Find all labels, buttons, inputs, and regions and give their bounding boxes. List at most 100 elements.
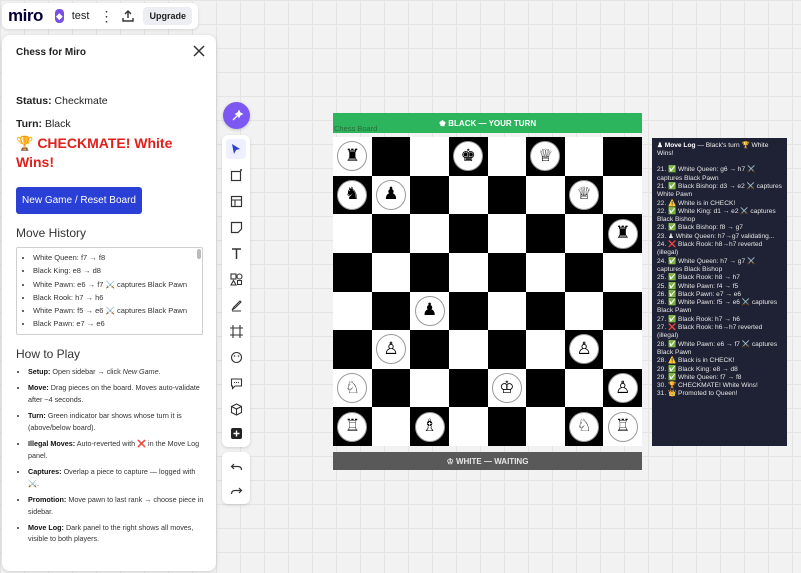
chess-piece-a1[interactable]: ♖	[337, 411, 368, 442]
apps-cube-icon[interactable]	[226, 399, 246, 419]
select-cursor-icon[interactable]	[226, 139, 246, 159]
square-d6[interactable]	[448, 214, 488, 253]
pen-icon[interactable]	[226, 295, 246, 315]
square-b2[interactable]	[371, 368, 411, 408]
upgrade-button[interactable]: Upgrade	[143, 7, 192, 25]
square-a4[interactable]	[333, 292, 372, 331]
move-log-entry: 31. 👑 Promoted to Queen!	[657, 390, 738, 398]
move-log-entry: 29. ✅ White Queen: f7 → f8	[657, 373, 742, 381]
waiting-indicator-banner: ♔ WHITE — WAITING	[333, 452, 642, 470]
square-f3[interactable]	[526, 330, 565, 369]
square-h4[interactable]	[603, 291, 642, 331]
how-to-text: Open sidebar → click	[52, 367, 123, 376]
square-h3[interactable]	[603, 330, 642, 369]
square-d5[interactable]	[449, 253, 488, 292]
share-upload-icon[interactable]	[121, 7, 135, 25]
square-a5[interactable]	[333, 252, 372, 292]
chess-piece-h6[interactable]: ♜	[607, 218, 638, 249]
square-f2[interactable]	[526, 368, 565, 408]
square-g6[interactable]	[565, 214, 604, 253]
move-log-entry: 25. ✅ Black Rook: h8 → h7	[657, 274, 740, 282]
sticky-note-icon[interactable]	[226, 217, 246, 237]
square-g8[interactable]	[565, 137, 604, 176]
chess-piece-c1[interactable]: ♗	[414, 411, 445, 442]
square-g4[interactable]	[565, 292, 604, 331]
square-b5[interactable]	[372, 253, 411, 292]
new-game-button[interactable]: New Game / Reset Board	[16, 187, 142, 214]
square-f7[interactable]	[526, 176, 565, 215]
status-value: Checkmate	[54, 95, 108, 107]
chess-piece-h2[interactable]: ♙	[607, 373, 638, 404]
miro-logo[interactable]: miro	[8, 6, 43, 26]
square-e4[interactable]	[488, 292, 527, 331]
chess-piece-b7[interactable]: ♟	[375, 179, 406, 210]
how-to-term: Illegal Moves:	[28, 439, 76, 449]
square-h7[interactable]	[603, 176, 642, 215]
square-c5[interactable]	[410, 252, 449, 292]
add-more-icon[interactable]	[226, 423, 246, 443]
square-e8[interactable]	[488, 137, 527, 176]
square-c8[interactable]	[410, 137, 449, 176]
how-to-text: .	[158, 367, 161, 376]
square-c6[interactable]	[410, 214, 449, 253]
square-e7[interactable]	[487, 175, 527, 215]
more-options-icon[interactable]: ⋮	[99, 8, 113, 25]
square-f4[interactable]	[526, 291, 565, 331]
chess-board[interactable]: ♜ ♚ ♕ ♞ ♟ ♕ ♜ ♟ ♙ ♙ ♘ ♔ ♙ ♖ ♗ ♘ ♖	[333, 137, 642, 446]
creation-toolbar	[222, 135, 250, 447]
how-to-text: Green indicator bar shows whose turn it …	[28, 411, 182, 432]
shapes-icon[interactable]	[226, 269, 246, 289]
board-name[interactable]: test	[72, 10, 90, 22]
text-icon[interactable]	[226, 243, 246, 263]
undo-icon[interactable]	[226, 456, 246, 476]
square-f6[interactable]	[526, 214, 565, 253]
square-d1[interactable]	[449, 407, 488, 446]
square-h5[interactable]	[603, 253, 642, 292]
square-f5[interactable]	[526, 253, 565, 292]
square-d4[interactable]	[448, 291, 488, 331]
square-h8[interactable]	[603, 137, 642, 176]
frame-layout-icon[interactable]	[226, 191, 246, 211]
square-c2[interactable]	[410, 369, 449, 408]
square-g5[interactable]	[564, 252, 604, 292]
how-to-term: Setup:	[28, 367, 51, 376]
square-e5[interactable]	[487, 252, 527, 292]
redo-icon[interactable]	[226, 480, 246, 500]
square-a3[interactable]	[333, 330, 372, 369]
square-b4[interactable]	[371, 291, 411, 331]
square-a6[interactable]	[333, 214, 372, 253]
square-d2[interactable]	[448, 368, 488, 408]
close-icon[interactable]	[192, 44, 206, 58]
square-f1[interactable]	[526, 407, 565, 446]
frame-icon[interactable]	[226, 321, 246, 341]
chess-piece-g7[interactable]: ♕	[569, 179, 600, 210]
chess-piece-e2[interactable]: ♔	[491, 373, 522, 404]
square-d3[interactable]	[449, 330, 488, 369]
square-b8[interactable]	[371, 137, 411, 176]
history-item: White Pawn: f5 → e6 ⚔️ captures Black Pa…	[33, 304, 202, 317]
chess-piece-c4[interactable]: ♟	[414, 295, 445, 326]
how-to-term: Move:	[28, 383, 49, 393]
comment-icon[interactable]	[226, 373, 246, 393]
chess-piece-h1[interactable]: ♖	[607, 411, 638, 442]
square-d7[interactable]	[449, 176, 488, 215]
scrollbar[interactable]	[197, 249, 201, 259]
square-g2[interactable]	[565, 369, 604, 408]
square-e3[interactable]	[487, 330, 527, 369]
move-history-list[interactable]: White Queen: f7 → f8Black King: e8 → d8W…	[16, 247, 203, 335]
square-c7[interactable]	[410, 175, 449, 215]
templates-icon[interactable]	[226, 165, 246, 185]
reactions-icon[interactable]	[226, 347, 246, 367]
square-b1[interactable]	[372, 407, 411, 446]
cross-mark-icon: ❌	[137, 439, 147, 449]
history-item: White Pawn: f4 → f5	[33, 331, 202, 334]
square-e6[interactable]	[488, 214, 527, 253]
square-e1[interactable]	[487, 407, 527, 446]
square-b6[interactable]	[371, 214, 411, 253]
ai-sparkle-button[interactable]	[223, 102, 250, 129]
board-icon[interactable]: ◆	[54, 9, 64, 23]
square-c3[interactable]	[410, 330, 449, 369]
how-to-emphasis: New Game	[122, 367, 159, 376]
how-to-text: Overlap a piece to capture — logged with	[63, 466, 196, 476]
chess-piece-g1[interactable]: ♘	[569, 411, 600, 442]
